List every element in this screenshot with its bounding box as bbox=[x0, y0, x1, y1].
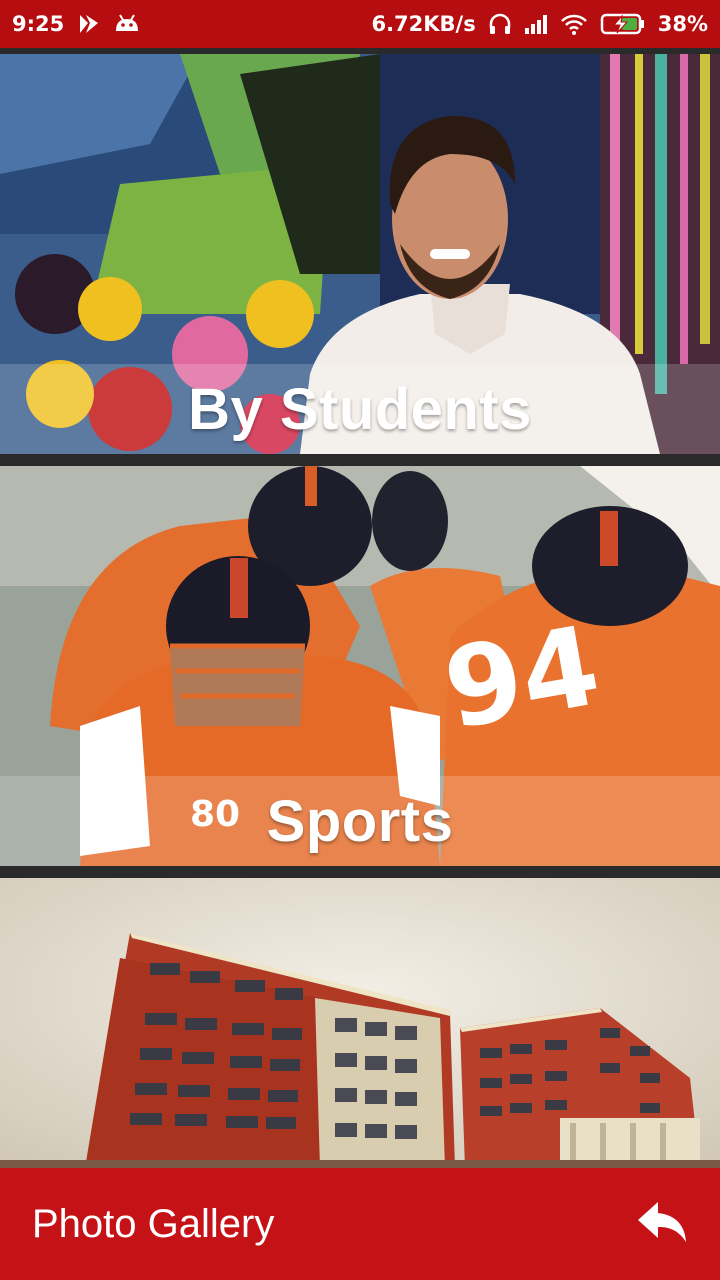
network-speed: 6.72KB/s bbox=[371, 12, 476, 36]
status-left: 9:25 bbox=[12, 12, 140, 36]
notification-flag-icon bbox=[78, 13, 100, 35]
page-title: Photo Gallery bbox=[32, 1201, 275, 1246]
android-icon bbox=[114, 13, 140, 35]
headphones-icon bbox=[488, 12, 512, 36]
campus-building-image bbox=[0, 878, 720, 1168]
gallery-card-sports[interactable]: 80 94 Sports bbox=[0, 466, 720, 866]
gallery-card-campus[interactable] bbox=[0, 878, 720, 1168]
battery-percent: 38% bbox=[657, 12, 708, 36]
reply-arrow-icon[interactable] bbox=[636, 1200, 688, 1249]
battery-charging-icon bbox=[600, 12, 646, 36]
wifi-icon bbox=[560, 13, 588, 35]
card-caption: Sports bbox=[0, 776, 720, 866]
bottom-bar: Photo Gallery bbox=[0, 1168, 720, 1280]
status-time: 9:25 bbox=[12, 12, 65, 36]
svg-text:94: 94 bbox=[435, 601, 608, 754]
status-right: 6.72KB/s 38% bbox=[371, 12, 708, 36]
gallery-card-by-students[interactable]: By Students bbox=[0, 54, 720, 454]
signal-icon bbox=[524, 13, 548, 35]
card-caption: By Students bbox=[0, 364, 720, 454]
status-bar: 9:25 6.72KB/s 38% bbox=[0, 0, 720, 48]
